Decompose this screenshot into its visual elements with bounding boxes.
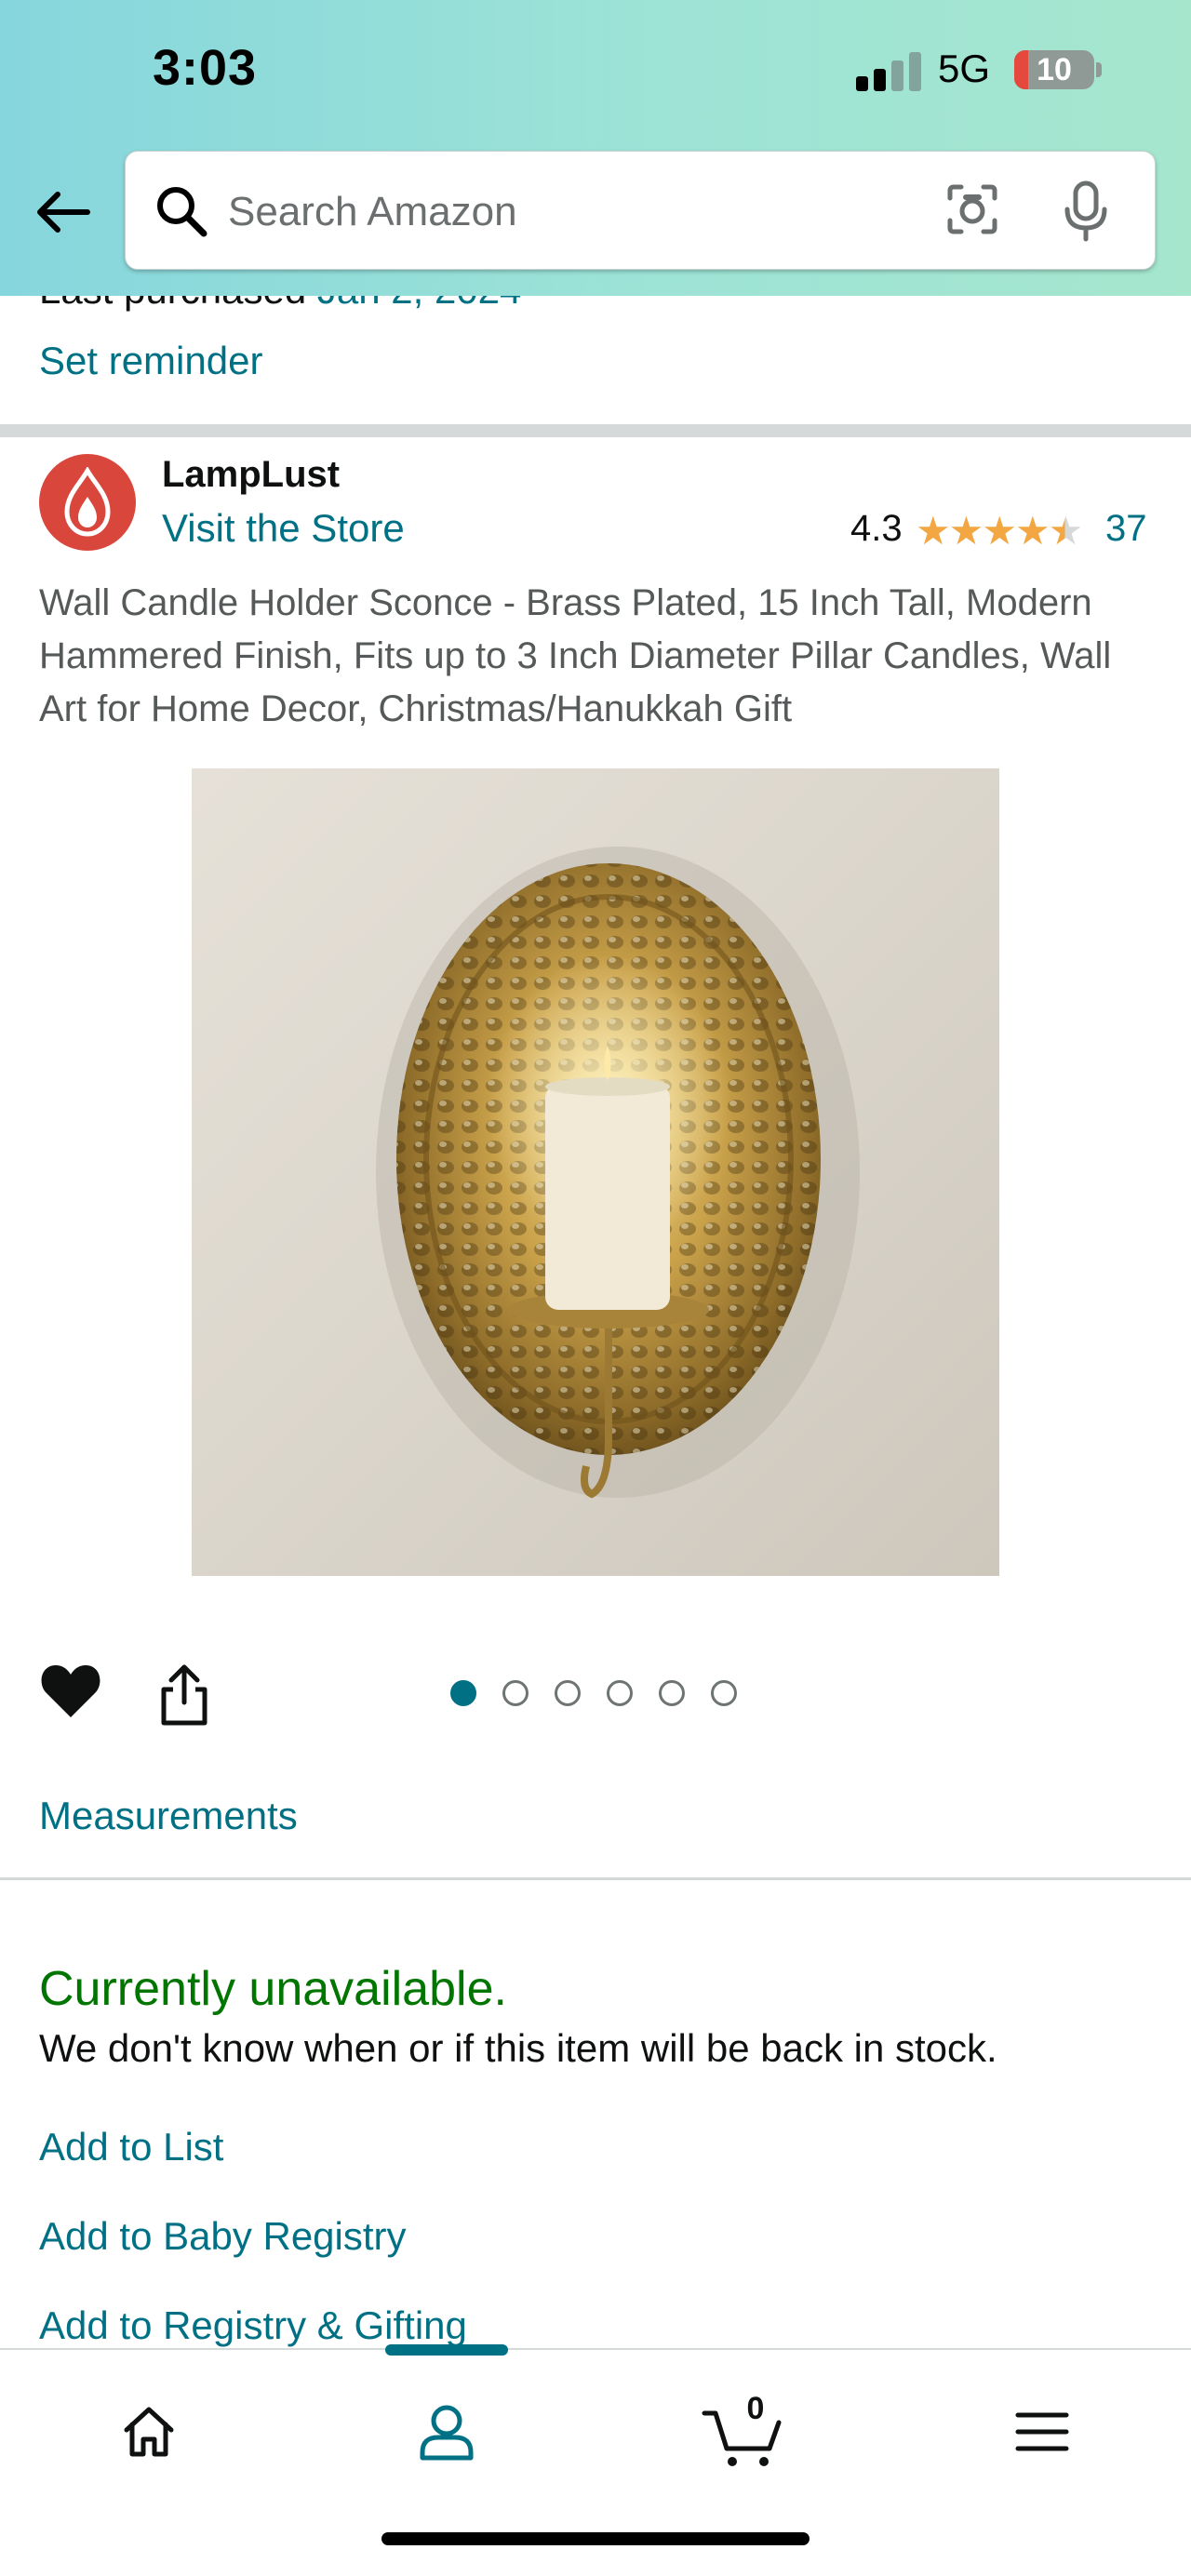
search-input[interactable]: Search Amazon (228, 189, 517, 235)
cart-count: 0 (746, 2391, 765, 2426)
battery-level: 10 (1037, 52, 1072, 87)
add-to-baby-registry-link[interactable]: Add to Baby Registry (39, 2214, 407, 2259)
microphone-icon[interactable] (1056, 178, 1116, 243)
candle-sconce-photo (376, 847, 860, 1499)
image-carousel-dots[interactable] (450, 1680, 737, 1706)
nav-account[interactable] (402, 2387, 491, 2476)
nav-menu[interactable] (997, 2387, 1087, 2476)
review-count[interactable]: 37 (1105, 508, 1147, 550)
brand-logo[interactable] (39, 454, 136, 551)
star-icon: ★ (982, 509, 1017, 553)
cellular-signal-icon (856, 48, 921, 91)
nav-home[interactable] (104, 2387, 194, 2476)
product-image[interactable] (192, 768, 999, 1576)
carousel-dot[interactable] (450, 1680, 476, 1706)
carousel-dot[interactable] (659, 1680, 685, 1706)
battery-icon: 10 (1014, 50, 1094, 89)
star-icon: ★ (948, 509, 984, 553)
active-tab-indicator (385, 2344, 508, 2356)
flame-icon (64, 467, 111, 537)
add-to-registry-gifting-link[interactable]: Add to Registry & Gifting (39, 2303, 467, 2348)
visit-store-link[interactable]: Visit the Store (162, 506, 405, 551)
rating-value: 4.3 (850, 508, 903, 549)
half-star-icon: ★ (1048, 509, 1084, 553)
search-icon (157, 187, 207, 237)
star-icon: ★ (916, 509, 951, 553)
availability-status: Currently unavailable. (39, 1962, 507, 2016)
home-icon (124, 2407, 174, 2457)
carousel-dot[interactable] (711, 1680, 737, 1706)
network-type: 5G (938, 47, 991, 90)
carousel-dot[interactable] (555, 1680, 581, 1706)
carousel-dot[interactable] (502, 1680, 529, 1706)
divider-line (0, 1877, 1191, 1880)
star-rating[interactable]: ★★★★★ (916, 508, 1084, 554)
add-to-list-link[interactable]: Add to List (39, 2125, 223, 2169)
share-icon[interactable] (154, 1662, 214, 1728)
back-button[interactable] (33, 182, 93, 242)
stock-note: We don't know when or if this item will … (39, 2026, 997, 2070)
back-arrow-icon (37, 192, 90, 233)
account-icon (420, 2405, 474, 2461)
camera-search-icon[interactable] (943, 180, 1002, 239)
nav-cart[interactable]: 0 (698, 2387, 787, 2476)
home-indicator (381, 2532, 810, 2545)
set-reminder-link[interactable]: Set reminder (39, 339, 262, 383)
section-divider (0, 424, 1191, 437)
menu-icon (1015, 2412, 1069, 2451)
carousel-dot[interactable] (607, 1680, 633, 1706)
app-header: 3:03 5G 10 Search Amazon (0, 0, 1191, 296)
star-icon: ★ (1014, 509, 1050, 553)
measurements-link[interactable]: Measurements (39, 1794, 298, 1838)
battery-nub (1096, 62, 1102, 77)
brand-name: LampLust (162, 454, 341, 495)
product-title: Wall Candle Holder Sconce - Brass Plated… (39, 582, 1112, 729)
wishlist-heart-icon[interactable] (39, 1662, 102, 1719)
search-bar[interactable]: Search Amazon (125, 151, 1156, 270)
status-time: 3:03 (153, 40, 258, 96)
